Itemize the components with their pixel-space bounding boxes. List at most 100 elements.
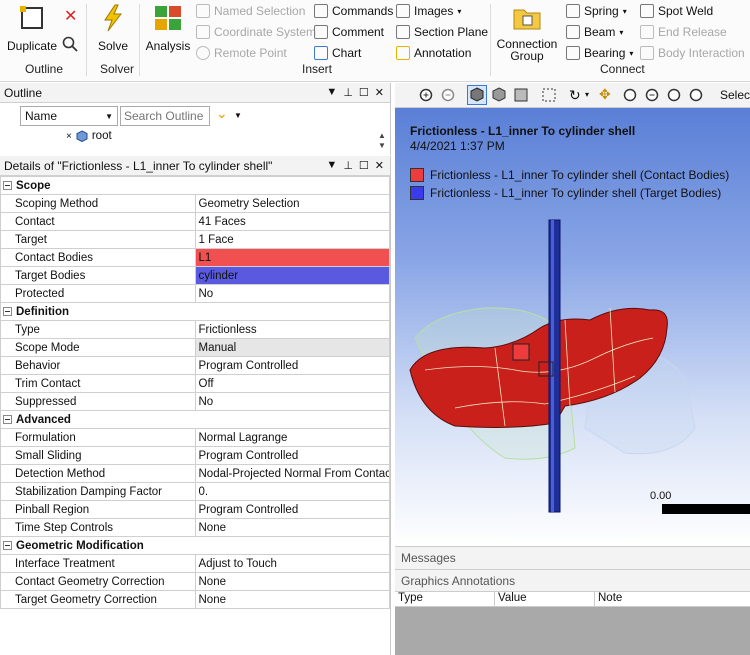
annotation-button[interactable]: Annotation [396,46,471,60]
details-row[interactable]: Behavior Program Controlled [0,356,390,375]
scrollbar[interactable]: ▲ ▼ [378,131,386,151]
property-value[interactable]: None [194,518,390,537]
coordinate-system-button[interactable]: Coordinate System [196,25,316,39]
details-row[interactable]: Scoping Method Geometry Selection [0,194,390,213]
property-value[interactable]: Off [194,374,390,393]
solve-button[interactable]: Solve [92,4,134,53]
details-section-header[interactable]: Definition [0,302,390,321]
search-icon[interactable] [62,36,78,52]
messages-tab[interactable]: Messages [395,546,750,570]
pin-icon[interactable]: ⊥ [343,86,353,99]
property-value[interactable]: No [194,392,390,411]
tree-item-root[interactable]: × root [66,130,112,142]
zoom-all-icon[interactable] [667,88,682,103]
pan-icon[interactable]: ✥ [599,86,611,103]
duplicate-button[interactable]: Duplicate [6,4,58,53]
bearing-button[interactable]: Bearing ▾ [566,46,633,60]
details-row[interactable]: Protected No [0,284,390,303]
chevron-down-icon[interactable]: ▼ [234,111,242,120]
end-release-button[interactable]: End Release [640,25,727,39]
graphics-annotations-tab[interactable]: Graphics Annotations [395,570,750,592]
collapse-icon[interactable] [3,414,12,424]
cube-icon[interactable] [491,87,507,103]
chart-button[interactable]: Chart [314,46,361,60]
column-note[interactable]: Note [595,592,750,606]
property-value[interactable]: None [194,572,390,591]
dropdown-arrow-icon[interactable]: ▼ [326,159,337,172]
filter-chevron-icon[interactable]: ⌄ [216,105,228,122]
property-value[interactable]: L1 [194,248,390,267]
close-icon[interactable]: ✕ [375,86,384,99]
property-value[interactable]: Program Controlled [194,356,390,375]
details-row[interactable]: Time Step Controls None [0,518,390,537]
details-row[interactable]: Trim Contact Off [0,374,390,393]
graphics-viewport[interactable]: Frictionless - L1_inner To cylinder shel… [395,108,750,546]
column-value[interactable]: Value [495,592,595,606]
property-value[interactable]: Manual [194,338,390,357]
box-select-icon[interactable] [541,87,557,103]
zoom-in-icon[interactable] [419,88,434,103]
spot-weld-button[interactable]: Spot Weld [640,4,713,18]
column-type[interactable]: Type [395,592,495,606]
details-row[interactable]: Pinball Region Program Controlled [0,500,390,519]
search-outline-input[interactable] [120,106,210,126]
details-row[interactable]: Contact Bodies L1 [0,248,390,267]
property-value[interactable]: 1 Face [194,230,390,249]
delete-icon[interactable]: ✕ [64,6,77,26]
zoom-box-icon[interactable] [623,88,638,103]
maximize-icon[interactable]: ☐ [359,86,369,99]
details-row[interactable]: Contact 41 Faces [0,212,390,231]
select-body-button[interactable] [467,85,487,105]
details-row[interactable]: Interface Treatment Adjust to Touch [0,554,390,573]
images-button[interactable]: Images ▾ [396,4,461,18]
comment-button[interactable]: Comment [314,25,384,39]
property-value[interactable]: 41 Faces [194,212,390,231]
property-value[interactable]: Frictionless [194,320,390,339]
details-section-header[interactable]: Advanced [0,410,390,429]
zoom-out-icon[interactable] [441,88,456,103]
maximize-icon[interactable]: ☐ [359,159,369,172]
property-value[interactable]: Adjust to Touch [194,554,390,573]
analysis-button[interactable]: Analysis [144,4,192,53]
details-row[interactable]: Contact Geometry Correction None [0,572,390,591]
chevron-down-icon[interactable]: ▾ [585,90,589,99]
select-mode-icon[interactable] [513,87,529,103]
collapse-icon[interactable] [3,540,12,550]
details-row[interactable]: Target 1 Face [0,230,390,249]
property-value[interactable]: Normal Lagrange [194,428,390,447]
property-value[interactable]: Nodal-Projected Normal From Contact [194,464,390,483]
details-row[interactable]: Stabilization Damping Factor 0. [0,482,390,501]
connection-group-button[interactable]: Connection Group [494,2,560,62]
collapse-icon[interactable] [3,306,12,316]
commands-button[interactable]: Commands [314,4,393,18]
details-section-header[interactable]: Scope [0,176,390,195]
details-row[interactable]: Detection Method Nodal-Projected Normal F… [0,464,390,483]
section-plane-button[interactable]: Section Plane [396,25,488,39]
zoom-fit-icon[interactable] [645,88,660,103]
spring-button[interactable]: Spring ▾ [566,4,627,18]
details-row[interactable]: Target Geometry Correction None [0,590,390,609]
details-section-header[interactable]: Geometric Modification [0,536,390,555]
details-row[interactable]: Small Sliding Program Controlled [0,446,390,465]
select-dropdown[interactable]: Select [720,88,750,102]
details-row[interactable]: Type Frictionless [0,320,390,339]
property-value[interactable]: 0. [194,482,390,501]
details-row[interactable]: Scope Mode Manual [0,338,390,357]
pin-icon[interactable]: ⊥ [343,159,353,172]
remote-point-button[interactable]: Remote Point [196,46,287,60]
magnifier-icon[interactable] [689,88,704,103]
property-value[interactable]: None [194,590,390,609]
details-row[interactable]: Suppressed No [0,392,390,411]
details-row[interactable]: Formulation Normal Lagrange [0,428,390,447]
name-select[interactable]: Name ▼ [20,106,118,126]
property-value[interactable]: Program Controlled [194,500,390,519]
close-icon[interactable]: ✕ [375,159,384,172]
body-interaction-button[interactable]: Body Interaction [640,46,745,60]
beam-button[interactable]: Beam ▾ [566,25,623,39]
rotate-icon[interactable]: ↻ [569,87,581,104]
named-selection-button[interactable]: Named Selection [196,4,305,18]
property-value[interactable]: cylinder [194,266,390,285]
details-row[interactable]: Target Bodies cylinder [0,266,390,285]
collapse-icon[interactable] [3,180,12,190]
property-value[interactable]: No [194,284,390,303]
